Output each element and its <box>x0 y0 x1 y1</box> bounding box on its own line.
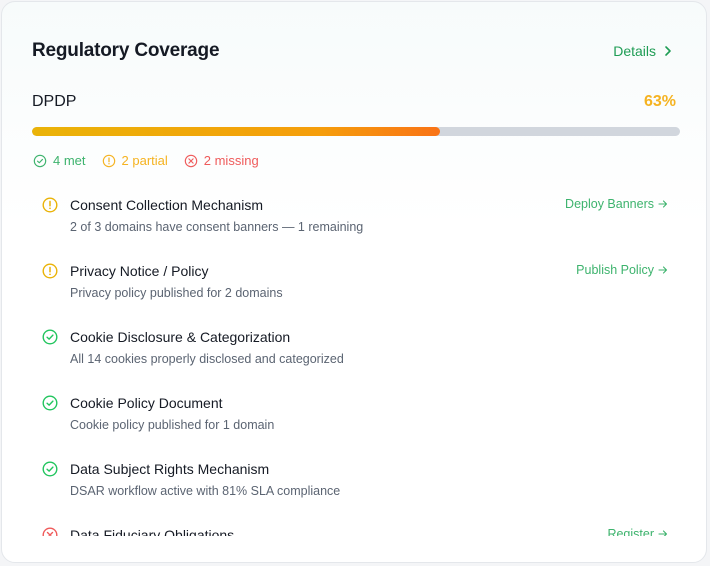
missing-stat: 2 missing <box>184 153 259 168</box>
warning-circle-icon <box>102 154 115 167</box>
requirement-item: Data Subject Rights Mechanism DSAR workf… <box>32 452 676 518</box>
requirement-name: Consent Collection Mechanism <box>70 197 263 213</box>
details-label: Details <box>613 43 656 59</box>
requirement-description: Cookie policy published for 1 domain <box>70 418 275 432</box>
card-header: Regulatory Coverage Details <box>32 38 674 64</box>
chevron-right-icon <box>665 46 671 56</box>
requirement-description: DSAR workflow active with 81% SLA compli… <box>70 484 341 498</box>
check-circle-icon <box>42 329 58 345</box>
regulation-row: DPDP 63% <box>32 93 676 111</box>
publish-policy-button[interactable]: Publish Policy <box>576 263 668 277</box>
register-button[interactable]: Register <box>607 527 668 536</box>
details-link[interactable]: Details <box>613 43 674 59</box>
regulation-percent: 63% <box>643 93 676 110</box>
requirement-item: Data Fiduciary Obligations Register <box>32 518 676 536</box>
warning-circle-icon <box>42 197 58 213</box>
x-circle-icon <box>42 527 58 536</box>
requirement-name: Privacy Notice / Policy <box>70 263 209 279</box>
status-summary: 4 met 2 partial 2 missing <box>33 153 259 168</box>
action-label: Publish Policy <box>576 263 654 277</box>
requirement-name: Data Subject Rights Mechanism <box>70 461 270 477</box>
requirement-name: Cookie Policy Document <box>70 395 223 411</box>
regulation-name: DPDP <box>32 93 77 110</box>
met-count: 4 met <box>53 153 86 168</box>
requirement-description: 2 of 3 domains have consent banners — 1 … <box>70 220 364 234</box>
partial-stat: 2 partial <box>102 153 168 168</box>
arrow-right-icon <box>658 530 668 536</box>
action-label: Register <box>607 527 654 536</box>
partial-count: 2 partial <box>121 153 168 168</box>
deploy-banners-button[interactable]: Deploy Banners <box>565 197 668 211</box>
check-circle-icon <box>42 461 58 477</box>
requirement-description: Privacy policy published for 2 domains <box>70 286 283 300</box>
warning-circle-icon <box>42 263 58 279</box>
requirement-item: Privacy Notice / Policy Privacy policy p… <box>32 254 676 320</box>
action-label: Deploy Banners <box>565 197 654 211</box>
card-title: Regulatory Coverage <box>32 40 220 61</box>
requirement-item: Cookie Policy Document Cookie policy pub… <box>32 386 676 452</box>
coverage-progress-bar <box>32 127 680 136</box>
regulatory-coverage-card: Regulatory Coverage Details DPDP 63% 4 m… <box>1 1 707 563</box>
requirements-list: Consent Collection Mechanism 2 of 3 doma… <box>32 188 676 536</box>
coverage-progress-fill <box>32 127 441 136</box>
requirement-description: All 14 cookies properly disclosed and ca… <box>70 352 344 366</box>
requirement-item: Cookie Disclosure & Categorization All 1… <box>32 320 676 386</box>
requirement-name: Data Fiduciary Obligations <box>70 527 235 536</box>
check-circle-icon <box>33 154 47 167</box>
missing-count: 2 missing <box>203 153 259 168</box>
requirement-name: Cookie Disclosure & Categorization <box>70 329 291 345</box>
check-circle-icon <box>42 395 58 411</box>
arrow-right-icon <box>658 200 668 208</box>
x-circle-icon <box>184 154 198 167</box>
requirement-item: Consent Collection Mechanism 2 of 3 doma… <box>32 188 676 254</box>
met-stat: 4 met <box>33 153 86 168</box>
arrow-right-icon <box>658 266 668 274</box>
